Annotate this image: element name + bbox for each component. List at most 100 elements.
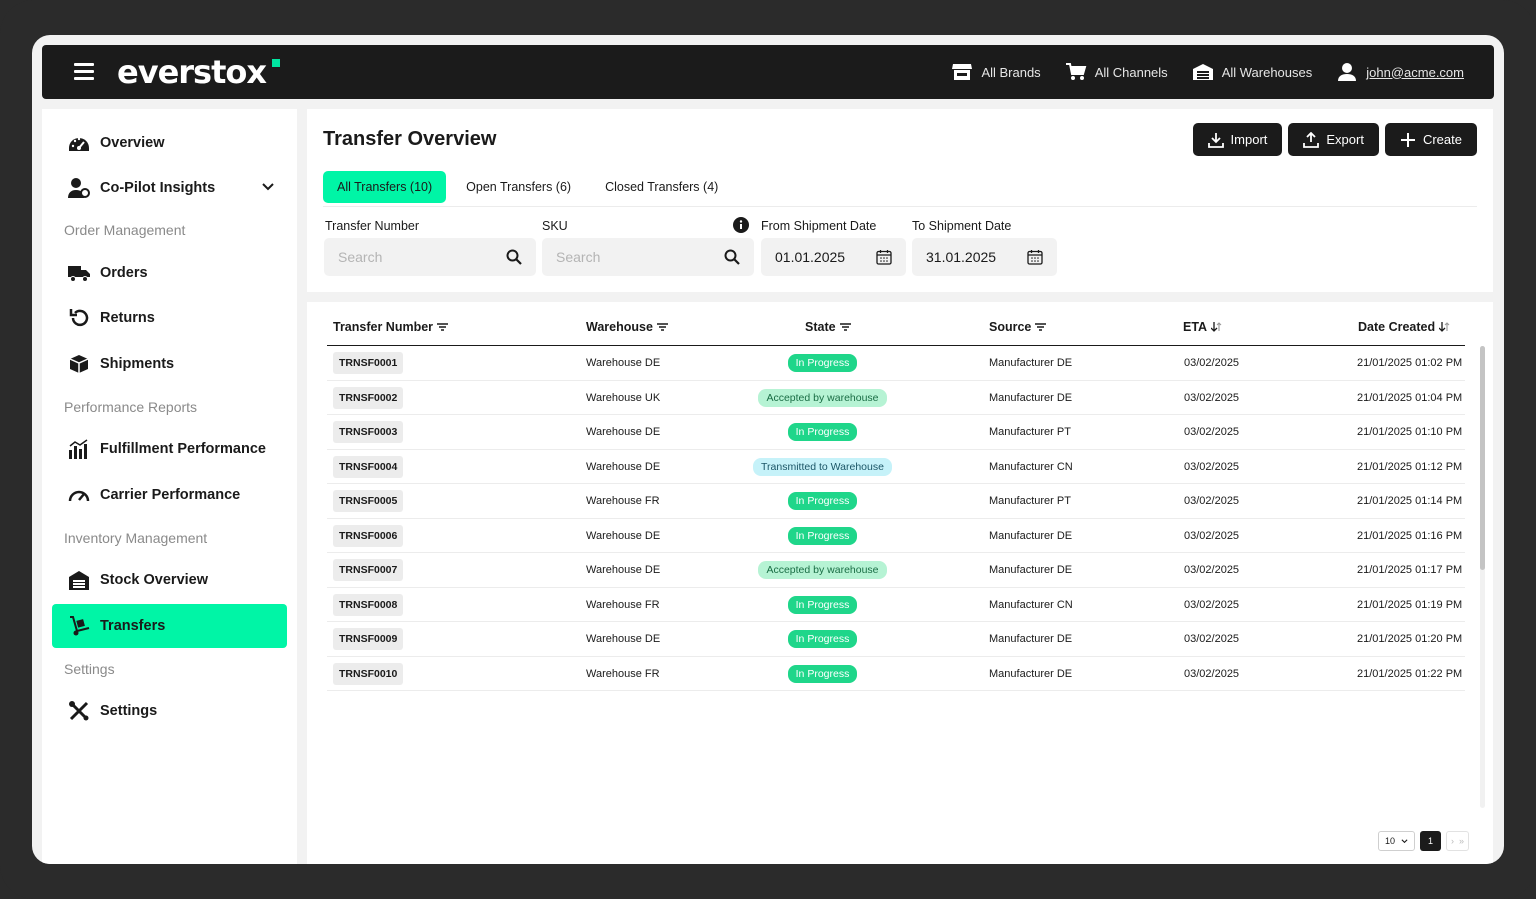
sort-icon: [1211, 322, 1222, 332]
export-button[interactable]: Export: [1288, 123, 1379, 156]
eta-cell: 03/02/2025: [1184, 598, 1240, 611]
user-menu[interactable]: john@acme.com: [1336, 62, 1464, 82]
sidebar-item-label: Settings: [100, 703, 158, 719]
table-scrollbar[interactable]: [1480, 346, 1485, 808]
state-cell-wrap: Transmitted to Warehouse: [719, 450, 926, 484]
table-row[interactable]: TRNSF0003 Warehouse DE In Progress Manufact…: [327, 415, 1465, 450]
page-button-current[interactable]: 1: [1419, 831, 1441, 851]
user-email[interactable]: john@acme.com: [1366, 65, 1464, 80]
column-header-label: State: [805, 320, 836, 334]
filter-icon: [656, 323, 668, 331]
sidebar-item-transfers[interactable]: Transfers: [52, 604, 287, 648]
sidebar-item-label: Orders: [100, 265, 148, 281]
sku-input[interactable]: [556, 249, 696, 265]
info-icon[interactable]: [733, 217, 749, 233]
source-cell-wrap: Manufacturer PT: [989, 415, 1071, 449]
from-date-field[interactable]: 01.01.2025: [761, 238, 906, 276]
all-warehouses-selector[interactable]: All Warehouses: [1192, 62, 1312, 82]
table-row[interactable]: TRNSF0002 Warehouse UK Accepted by warehou…: [327, 381, 1465, 415]
table-row[interactable]: TRNSF0008 Warehouse FR In Progress Manufact…: [327, 588, 1465, 622]
date-created-cell: 21/01/2025 01:02 PM: [1357, 357, 1463, 369]
table-row[interactable]: TRNSF0007 Warehouse DE Accepted by warehou…: [327, 553, 1465, 588]
last-page-button[interactable]: »: [1459, 836, 1464, 846]
calendar-icon[interactable]: [1027, 249, 1043, 265]
to-date-value: 31.01.2025: [926, 249, 997, 265]
column-header-state[interactable]: State: [805, 320, 851, 334]
eta-cell-wrap: 03/02/2025: [1184, 657, 1239, 691]
upload-icon: [1303, 131, 1320, 148]
table-row[interactable]: TRNSF0010 Warehouse FR In Progress Manufact…: [327, 657, 1465, 691]
table-row[interactable]: TRNSF0009 Warehouse DE In Progress Manufact…: [327, 622, 1465, 657]
column-header-label: Transfer Number: [333, 320, 434, 334]
status-badge: In Progress: [787, 630, 858, 648]
sidebar-item-label: Overview: [100, 135, 165, 151]
sidebar-item-overview[interactable]: Overview: [52, 121, 287, 165]
chevron-down-icon[interactable]: [261, 180, 275, 194]
eta-cell-wrap: 03/02/2025: [1184, 484, 1239, 518]
tab-closed-transfers[interactable]: Closed Transfers (4): [591, 171, 732, 203]
tab-all-transfers[interactable]: All Transfers (10): [323, 171, 447, 203]
column-header-label: Date Created: [1358, 320, 1436, 334]
transfer-number-label: Transfer Number: [325, 219, 420, 233]
sidebar-item-returns[interactable]: Returns: [52, 296, 287, 340]
search-icon[interactable]: [506, 249, 522, 265]
warehouse-cell: Warehouse FR: [586, 667, 660, 680]
sidebar-item-fulfillment[interactable]: Fulfillment Performance: [52, 427, 287, 471]
sidebar-item-copilot[interactable]: Co-Pilot Insights: [52, 166, 287, 210]
column-header-source[interactable]: Source: [989, 320, 1047, 334]
table-row[interactable]: TRNSF0005 Warehouse FR In Progress Manufact…: [327, 484, 1465, 519]
transfer-number-cell: TRNSF0004: [333, 455, 404, 478]
source-cell: Manufacturer DE: [989, 667, 1073, 680]
search-icon[interactable]: [724, 249, 740, 265]
source-cell: Manufacturer DE: [989, 357, 1073, 369]
sidebar-item-carrier[interactable]: Carrier Performance: [52, 473, 287, 517]
sidebar-item-stock-overview[interactable]: Stock Overview: [52, 558, 287, 602]
import-button[interactable]: Import: [1192, 123, 1283, 156]
action-buttons: Import Export Create: [1192, 123, 1477, 156]
column-header-date-created[interactable]: Date Created: [1358, 320, 1450, 334]
table-row[interactable]: TRNSF0001 Warehouse DE In Progress Manufact…: [327, 346, 1465, 381]
all-brands-selector[interactable]: All Brands: [951, 62, 1041, 82]
date-created-cell-wrap: 21/01/2025 01:04 PM: [1357, 381, 1462, 415]
date-created-cell-wrap: 21/01/2025 01:22 PM: [1357, 657, 1462, 691]
source-cell-wrap: Manufacturer DE: [989, 519, 1072, 553]
warehouse-cell: Warehouse FR: [586, 495, 660, 507]
column-header-label: Warehouse: [586, 320, 653, 334]
to-date-field[interactable]: 31.01.2025: [912, 238, 1057, 276]
calendar-icon[interactable]: [876, 249, 892, 265]
next-page-button[interactable]: ›: [1451, 836, 1454, 846]
eta-cell-wrap: 03/02/2025: [1184, 519, 1239, 553]
transfer-number-cell-wrap: TRNSF0007: [333, 553, 404, 587]
eta-cell: 03/02/2025: [1184, 357, 1240, 369]
page-size-select[interactable]: 10: [1377, 831, 1415, 851]
user-icon: [1338, 63, 1357, 81]
table-row[interactable]: TRNSF0004 Warehouse DE Transmitted to Ware…: [327, 450, 1465, 484]
eta-cell: 03/02/2025: [1184, 667, 1240, 680]
transfer-number-cell: TRNSF0010: [333, 662, 404, 685]
plus-icon: [1400, 132, 1415, 147]
table-row[interactable]: TRNSF0006 Warehouse DE In Progress Manufact…: [327, 519, 1465, 553]
sidebar-item-settings[interactable]: Settings: [52, 689, 287, 733]
scrollbar-thumb[interactable]: [1480, 346, 1485, 570]
transfer-number-input[interactable]: [338, 249, 478, 265]
all-channels-selector[interactable]: All Channels: [1065, 62, 1168, 82]
create-button[interactable]: Create: [1384, 123, 1477, 156]
eta-cell-wrap: 03/02/2025: [1184, 450, 1239, 484]
column-header-eta[interactable]: ETA: [1183, 320, 1222, 334]
source-cell-wrap: Manufacturer DE: [989, 622, 1072, 656]
date-created-cell-wrap: 21/01/2025 01:14 PM: [1357, 484, 1462, 518]
menu-icon[interactable]: [74, 63, 94, 81]
column-header-transfer-number[interactable]: Transfer Number: [333, 320, 449, 334]
sidebar-item-orders[interactable]: Orders: [52, 251, 287, 295]
date-created-cell-wrap: 21/01/2025 01:10 PM: [1357, 415, 1462, 449]
section-order-management: Order Management: [64, 222, 186, 238]
eta-cell-wrap: 03/02/2025: [1184, 622, 1239, 656]
brand-logo: everstox: [117, 53, 267, 91]
column-header-warehouse[interactable]: Warehouse: [586, 320, 668, 334]
date-created-cell-wrap: 21/01/2025 01:02 PM: [1357, 346, 1462, 380]
state-cell-wrap: In Progress: [719, 622, 926, 656]
warehouse-cell-wrap: Warehouse DE: [586, 415, 660, 449]
tab-open-transfers[interactable]: Open Transfers (6): [452, 171, 585, 203]
sidebar-item-shipments[interactable]: Shipments: [52, 342, 287, 386]
source-cell: Manufacturer PT: [989, 495, 1071, 507]
